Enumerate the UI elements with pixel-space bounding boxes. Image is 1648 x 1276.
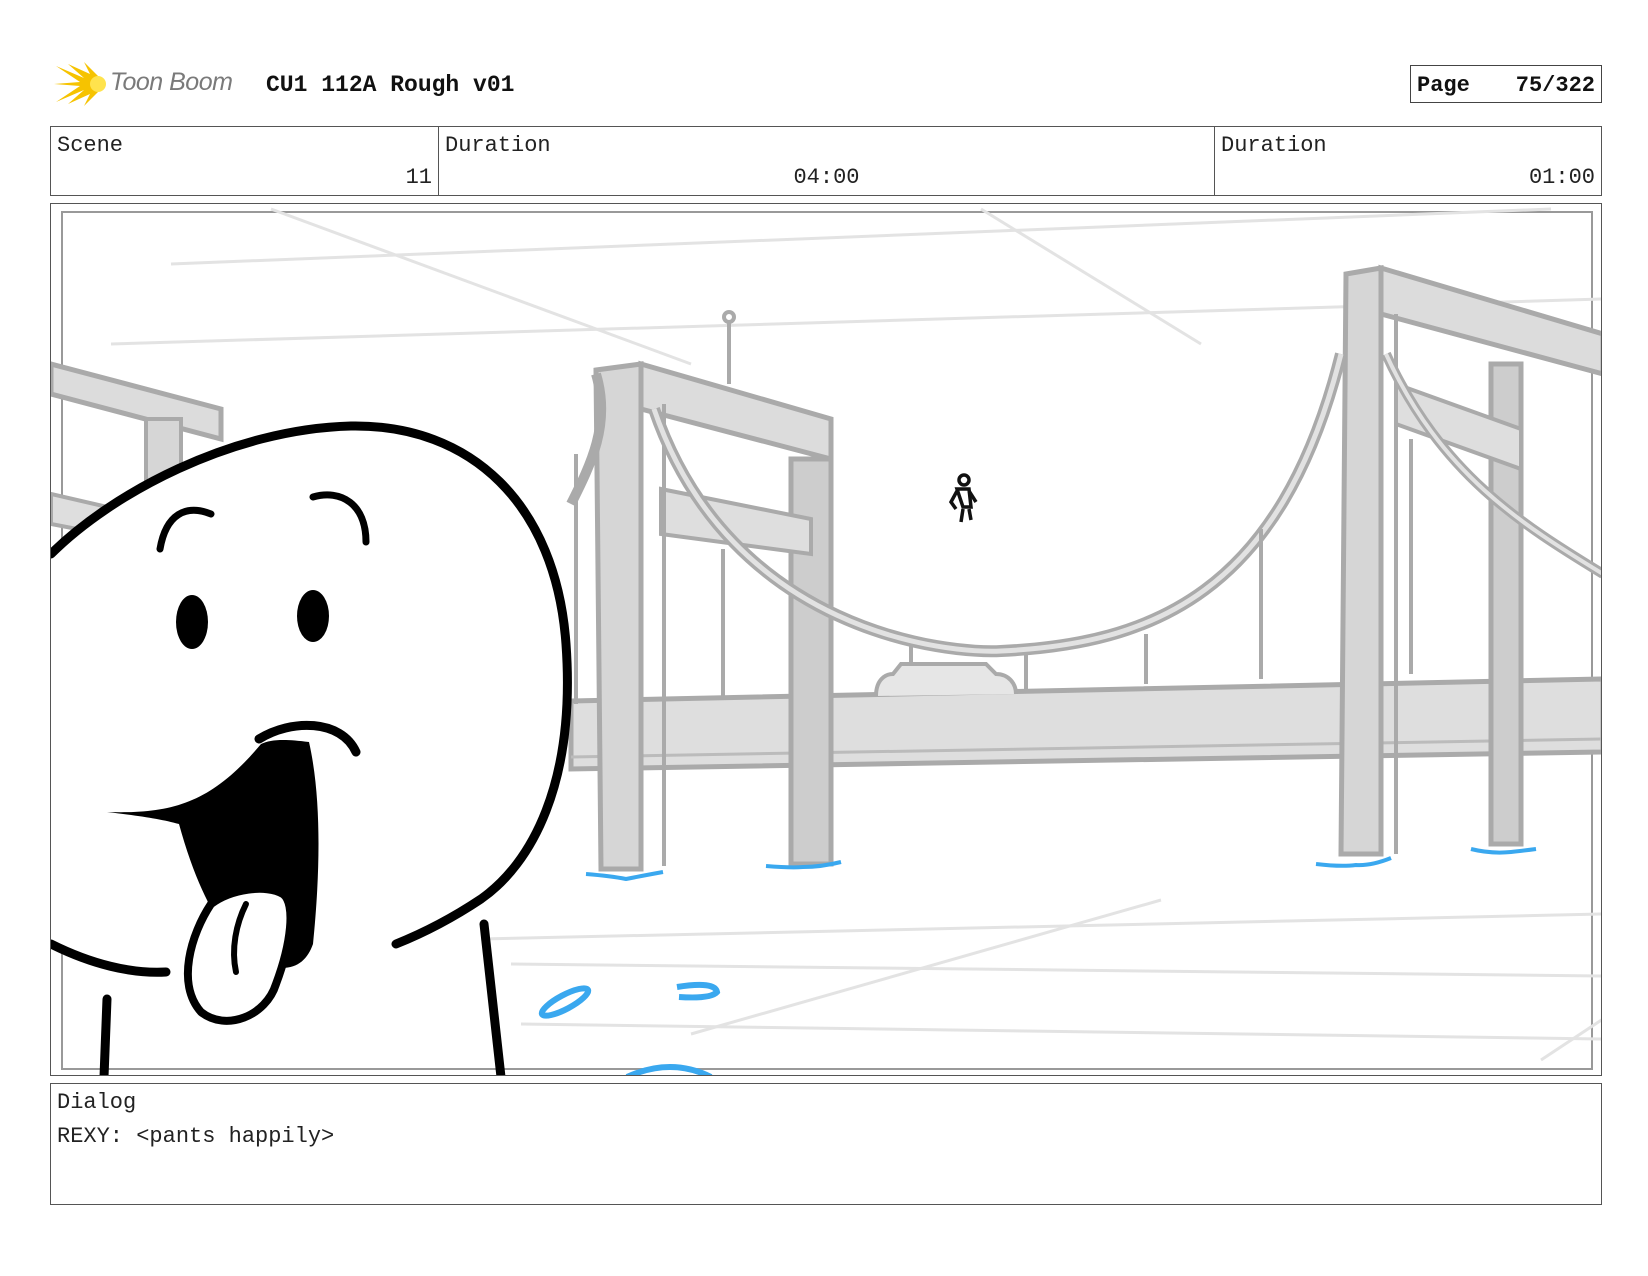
logo-text: Toon Boom xyxy=(110,68,233,96)
page-value: 75/322 xyxy=(1515,73,1595,98)
duration-cell: Duration 04:00 xyxy=(439,127,1215,195)
puddle-marks xyxy=(538,981,721,1075)
panel-duration-value: 01:00 xyxy=(1528,165,1595,190)
page-counter: Page 75/322 xyxy=(1410,65,1602,103)
duration-label: Duration xyxy=(445,133,551,158)
distant-figure xyxy=(948,473,978,523)
storyboard-panel xyxy=(50,203,1602,1076)
toon-boom-logo: Toon Boom xyxy=(54,60,250,108)
panel-duration-label: Duration xyxy=(1221,133,1327,158)
panel-duration-cell: Duration 01:00 xyxy=(1215,127,1601,195)
scene-value: 11 xyxy=(405,165,432,190)
scene-info-table: Scene 11 Duration 04:00 Duration 01:00 xyxy=(50,126,1602,196)
dialog-text: REXY: <pants happily> xyxy=(57,1124,335,1149)
dialog-box: Dialog REXY: <pants happily> xyxy=(50,1083,1602,1205)
rexy-character xyxy=(51,421,572,1075)
water-lines xyxy=(585,847,1537,882)
starburst-icon xyxy=(54,62,106,106)
document-title: CU1 112A Rough v01 xyxy=(266,72,515,98)
scene-label: Scene xyxy=(57,133,124,158)
dialog-label: Dialog xyxy=(57,1090,137,1115)
storyboard-header: Toon Boom CU1 112A Rough v01 Page 75/322 xyxy=(50,58,1602,110)
duration-value: 04:00 xyxy=(793,165,860,190)
page-label: Page xyxy=(1417,73,1470,98)
panel-drawing xyxy=(51,207,1601,1075)
scene-cell: Scene 11 xyxy=(51,127,439,195)
